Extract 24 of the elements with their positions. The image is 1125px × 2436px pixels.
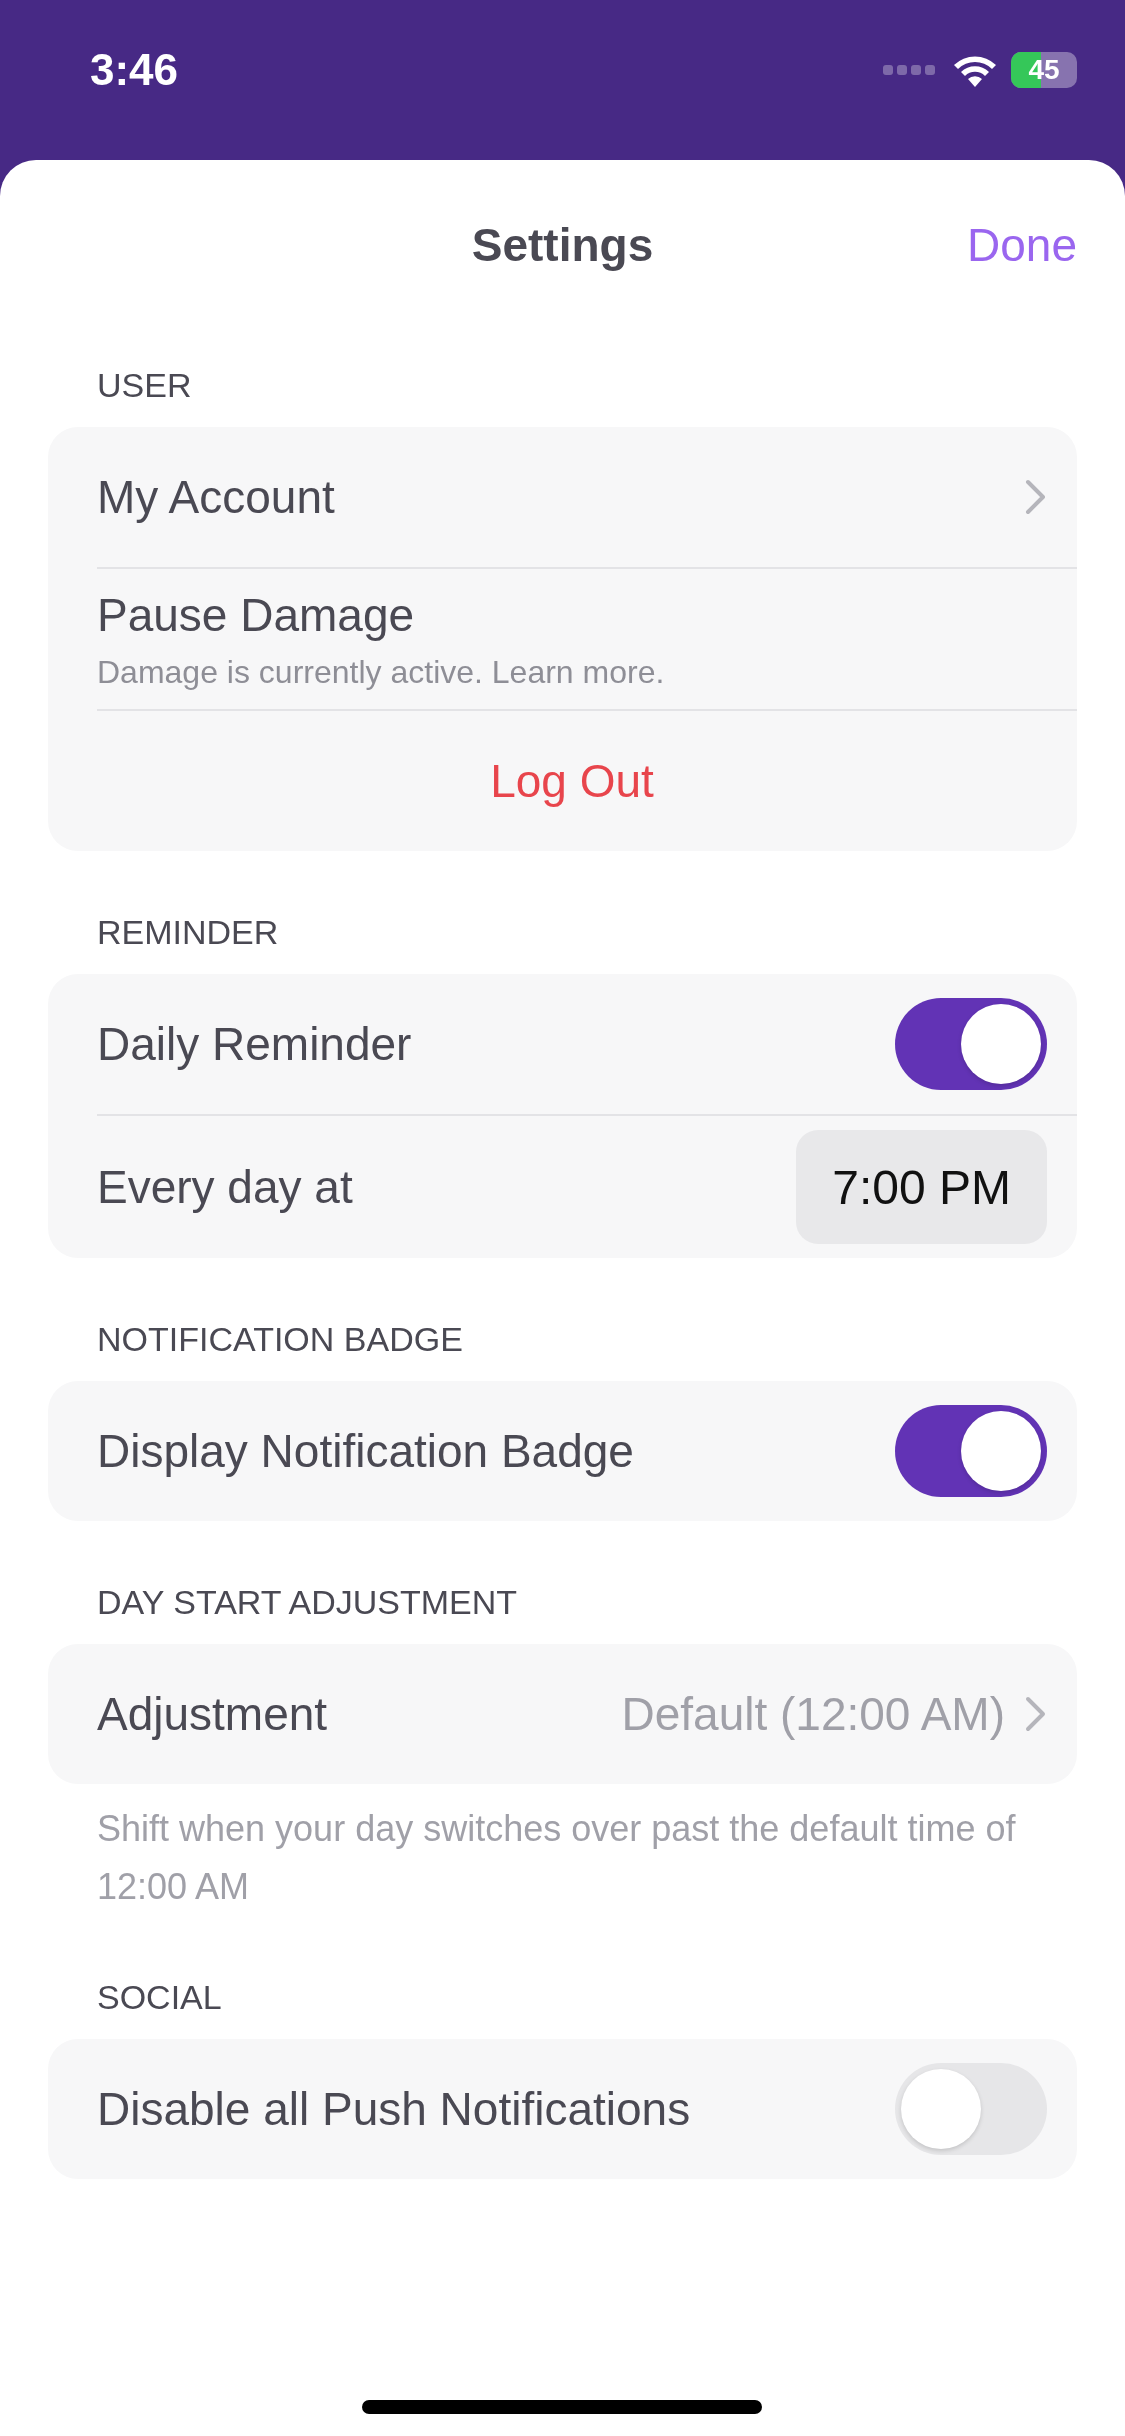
logout-button[interactable]: Log Out — [97, 754, 1047, 808]
row-label: My Account — [97, 470, 335, 524]
section-header: USER — [96, 366, 193, 406]
section-header: NOTIFICATION BADGE — [96, 1320, 464, 1360]
row-label: Disable all Push Notifications — [97, 2082, 691, 2136]
chevron-icon — [1025, 479, 1047, 515]
section-header: REMINDER — [96, 913, 280, 953]
section-header: SOCIAL — [96, 1978, 223, 2018]
wifi-icon — [953, 53, 997, 87]
page-title: Settings — [471, 218, 654, 272]
settings-row[interactable]: My Account — [48, 427, 1077, 567]
section-footer: Shift when your day switches over past the default time of 12:00 AM — [48, 1784, 1077, 1916]
row-value: Default (12:00 AM) — [621, 1687, 1005, 1741]
chevron-icon — [1025, 1696, 1047, 1732]
done-button[interactable]: Done — [967, 218, 1077, 272]
row-label: Display Notification Badge — [97, 1424, 634, 1478]
row-label: Daily Reminder — [97, 1017, 412, 1071]
row-label: Every day at — [97, 1160, 353, 1214]
settings-row[interactable]: Adjustment Default (12:00 AM) — [48, 1644, 1077, 1784]
section-header: DAY START ADJUSTMENT — [96, 1583, 519, 1623]
row-label: Adjustment — [97, 1687, 328, 1741]
row-label: Pause Damage — [97, 587, 416, 642]
time-picker[interactable]: 7:00 PM — [796, 1130, 1047, 1244]
status-time: 3:46 — [90, 45, 179, 95]
